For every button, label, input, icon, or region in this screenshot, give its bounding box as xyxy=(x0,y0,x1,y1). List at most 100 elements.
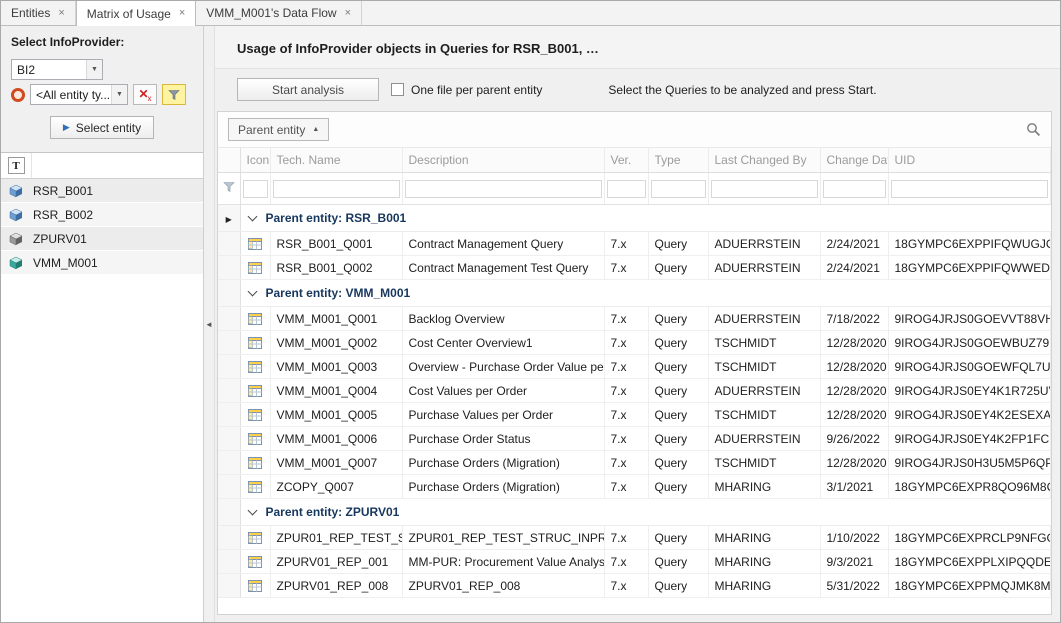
cell-change-date[interactable]: 1/10/2022 xyxy=(820,526,888,550)
cell-last-changed-by[interactable]: MHARING xyxy=(708,574,820,598)
cell-ver[interactable]: 7.x xyxy=(604,574,648,598)
infoprovider-item-vmm-m001[interactable]: VMM_M001 xyxy=(1,251,203,275)
cell-description[interactable]: Contract Management Query xyxy=(402,232,604,256)
tab-close-icon[interactable]: × xyxy=(179,8,185,19)
filter-input-uid[interactable] xyxy=(891,180,1049,198)
grid-row-rsr-b001-q002[interactable]: RSR_B001_Q002Contract Management Test Qu… xyxy=(218,256,1051,280)
clear-filter-button[interactable]: ✕x xyxy=(133,84,157,105)
cell-uid[interactable]: 9IROG4JRJS0GOEVVT88VHQR… xyxy=(888,307,1051,331)
cell-uid[interactable]: 9IROG4JRJS0EY4K2FP1FCN94C xyxy=(888,427,1051,451)
tab-close-icon[interactable]: × xyxy=(58,8,64,19)
cell-last-changed-by[interactable]: ADUERRSTEIN xyxy=(708,256,820,280)
cell-change-date[interactable]: 7/18/2022 xyxy=(820,307,888,331)
cell-ver[interactable]: 7.x xyxy=(604,427,648,451)
cell-tech-name[interactable]: VMM_M001_Q001 xyxy=(270,307,402,331)
cell-change-date[interactable]: 2/24/2021 xyxy=(820,256,888,280)
group-row-parent-entity-vmm-m001[interactable]: Parent entity: VMM_M001 xyxy=(218,280,1051,307)
cell-description[interactable]: Purchase Values per Order xyxy=(402,403,604,427)
cell-last-changed-by[interactable]: ADUERRSTEIN xyxy=(708,427,820,451)
cell-last-changed-by[interactable]: TSCHMIDT xyxy=(708,331,820,355)
grid-row-vmm-m001-q006[interactable]: VMM_M001_Q006Purchase Order Status7.xQue… xyxy=(218,427,1051,451)
cell-type[interactable]: Query xyxy=(648,574,708,598)
grid-row-zpur01-rep-test-st[interactable]: ZPUR01_REP_TEST_ST…ZPUR01_REP_TEST_STRUC… xyxy=(218,526,1051,550)
cell-description[interactable]: ZPUR01_REP_TEST_STRUC_INPROV xyxy=(402,526,604,550)
infoprovider-item-zpurv01[interactable]: ZPURV01 xyxy=(1,227,203,251)
cell-description[interactable]: MM-PUR: Procurement Value Analysis xyxy=(402,550,604,574)
group-by-chip-parent-entity[interactable]: Parent entity ▲ xyxy=(228,118,329,141)
column-header-uid[interactable]: UID xyxy=(888,148,1051,173)
group-row-parent-entity-zpurv01[interactable]: Parent entity: ZPURV01 xyxy=(218,499,1051,526)
cell-tech-name[interactable]: VMM_M001_Q002 xyxy=(270,331,402,355)
cell-type[interactable]: Query xyxy=(648,550,708,574)
cell-type[interactable]: Query xyxy=(648,355,708,379)
cell-last-changed-by[interactable]: TSCHMIDT xyxy=(708,403,820,427)
cell-uid[interactable]: 9IROG4JRJS0EY4K2ESEXAAHNV xyxy=(888,403,1051,427)
cell-type[interactable]: Query xyxy=(648,526,708,550)
panel-splitter[interactable]: ◄ xyxy=(204,26,215,622)
cell-description[interactable]: Overview - Purchase Order Value per … xyxy=(402,355,604,379)
cell-uid[interactable]: 18GYMPC6EXPR8QO96M8C5M… xyxy=(888,475,1051,499)
cell-uid[interactable]: 18GYMPC6EXPPLXIPQQDEWTI… xyxy=(888,550,1051,574)
filter-cell-icon[interactable] xyxy=(240,173,270,205)
cell-change-date[interactable]: 2/24/2021 xyxy=(820,232,888,256)
grid-row-vmm-m001-q007[interactable]: VMM_M001_Q007Purchase Orders (Migration)… xyxy=(218,451,1051,475)
cell-tech-name[interactable]: RSR_B001_Q001 xyxy=(270,232,402,256)
cell-type[interactable]: Query xyxy=(648,379,708,403)
cell-ver[interactable]: 7.x xyxy=(604,451,648,475)
cell-tech-name[interactable]: VMM_M001_Q005 xyxy=(270,403,402,427)
cell-tech-name[interactable]: ZPUR01_REP_TEST_ST… xyxy=(270,526,402,550)
cell-description[interactable]: Cost Values per Order xyxy=(402,379,604,403)
grid-row-vmm-m001-q002[interactable]: VMM_M001_Q002Cost Center Overview17.xQue… xyxy=(218,331,1051,355)
column-header-change-date[interactable]: Change Date xyxy=(820,148,888,173)
filter-cell-change_date[interactable] xyxy=(820,173,888,205)
cell-tech-name[interactable]: ZCOPY_Q007 xyxy=(270,475,402,499)
cell-tech-name[interactable]: VMM_M001_Q003 xyxy=(270,355,402,379)
cell-last-changed-by[interactable]: MHARING xyxy=(708,475,820,499)
search-icon[interactable] xyxy=(1026,122,1041,137)
cell-ver[interactable]: 7.x xyxy=(604,307,648,331)
cell-tech-name[interactable]: RSR_B001_Q002 xyxy=(270,256,402,280)
grid-row-zcopy-q007[interactable]: ZCOPY_Q007Purchase Orders (Migration)7.x… xyxy=(218,475,1051,499)
chevron-down-icon[interactable] xyxy=(247,212,257,222)
filter-cell-uid[interactable] xyxy=(888,173,1051,205)
checkbox-icon[interactable] xyxy=(391,83,404,96)
cell-ver[interactable]: 7.x xyxy=(604,403,648,427)
grid-row-zpurv01-rep-001[interactable]: ZPURV01_REP_001MM-PUR: Procurement Value… xyxy=(218,550,1051,574)
cell-change-date[interactable]: 12/28/2020 xyxy=(820,379,888,403)
cell-uid[interactable]: 18GYMPC6EXPPIFQWWEDD5E… xyxy=(888,256,1051,280)
cell-last-changed-by[interactable]: TSCHMIDT xyxy=(708,451,820,475)
select-entity-button[interactable]: ▶ Select entity xyxy=(50,116,154,139)
cell-last-changed-by[interactable]: MHARING xyxy=(708,550,820,574)
filter-input-icon[interactable] xyxy=(243,180,268,198)
cell-ver[interactable]: 7.x xyxy=(604,475,648,499)
filter-cell-description[interactable] xyxy=(402,173,604,205)
cell-change-date[interactable]: 9/26/2022 xyxy=(820,427,888,451)
column-header-description[interactable]: Description xyxy=(402,148,604,173)
cell-change-date[interactable]: 3/1/2021 xyxy=(820,475,888,499)
filter-cell-last_changed_by[interactable] xyxy=(708,173,820,205)
cell-uid[interactable]: 9IROG4JRJS0GOEWBUZ79ME… xyxy=(888,331,1051,355)
cell-type[interactable]: Query xyxy=(648,232,708,256)
cell-type[interactable]: Query xyxy=(648,451,708,475)
cell-change-date[interactable]: 5/31/2022 xyxy=(820,574,888,598)
filter-button[interactable] xyxy=(162,84,186,105)
cell-uid[interactable]: 18GYMPC6EXPPIFQWUGJO92… xyxy=(888,232,1051,256)
cell-uid[interactable]: 18GYMPC6EXPRCLP9NFGGH9… xyxy=(888,526,1051,550)
cell-ver[interactable]: 7.x xyxy=(604,550,648,574)
start-analysis-button[interactable]: Start analysis xyxy=(237,78,379,101)
cell-description[interactable]: Purchase Order Status xyxy=(402,427,604,451)
tab-close-icon[interactable]: × xyxy=(345,8,351,19)
entity-type-dropdown[interactable]: <All entity ty... ▼ xyxy=(30,84,128,105)
cell-change-date[interactable]: 12/28/2020 xyxy=(820,403,888,427)
cell-tech-name[interactable]: ZPURV01_REP_001 xyxy=(270,550,402,574)
column-header-type[interactable]: Type xyxy=(648,148,708,173)
cell-tech-name[interactable]: VMM_M001_Q006 xyxy=(270,427,402,451)
cell-description[interactable]: Backlog Overview xyxy=(402,307,604,331)
filter-input-type[interactable] xyxy=(651,180,706,198)
cell-ver[interactable]: 7.x xyxy=(604,379,648,403)
name-column-header[interactable] xyxy=(32,153,203,178)
cell-tech-name[interactable]: VMM_M001_Q004 xyxy=(270,379,402,403)
grid-row-vmm-m001-q001[interactable]: VMM_M001_Q001Backlog Overview7.xQueryADU… xyxy=(218,307,1051,331)
cell-last-changed-by[interactable]: MHARING xyxy=(708,526,820,550)
cell-ver[interactable]: 7.x xyxy=(604,256,648,280)
